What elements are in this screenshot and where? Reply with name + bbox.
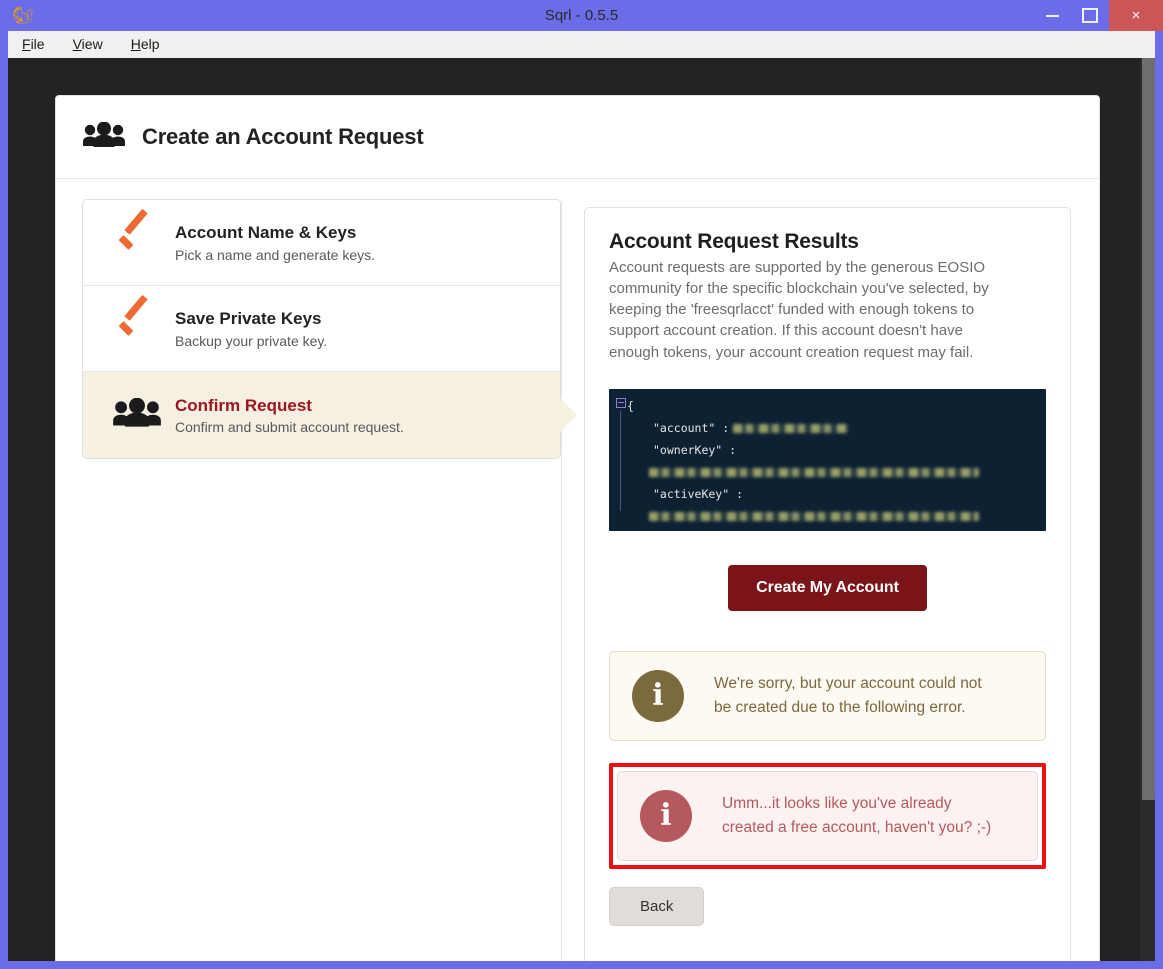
results-title: Account Request Results <box>609 230 859 253</box>
step-account-name-keys[interactable]: Account Name & Keys Pick a name and gene… <box>83 200 560 286</box>
error-highlight-annotation: i Umm...it looks like you've already cre… <box>609 762 1046 869</box>
maximize-icon <box>1082 8 1098 23</box>
back-button[interactable]: Back <box>609 886 705 926</box>
window-controls: × <box>1033 0 1163 31</box>
step-save-private-keys[interactable]: Save Private Keys Backup your private ke… <box>83 286 560 372</box>
step-icon-wrap <box>105 397 169 433</box>
app-window: 🐿 Sqrl - 0.5.5 × File View Help Create a… <box>0 0 1163 969</box>
code-line-active-value <box>627 505 1046 527</box>
code-line-account: "account" : <box>627 417 1046 439</box>
menu-bar: File View Help <box>8 31 1155 59</box>
code-value-active-redacted <box>649 511 979 521</box>
scrollbar-thumb[interactable] <box>1142 58 1155 800</box>
steps-list: Account Name & Keys Pick a name and gene… <box>82 199 577 459</box>
menu-view-rest: iew <box>81 36 103 52</box>
step-confirm-request[interactable]: Confirm Request Confirm and submit accou… <box>83 372 577 458</box>
check-icon <box>117 228 157 258</box>
menu-item-view[interactable]: View <box>59 31 117 58</box>
users-group-icon <box>82 121 126 153</box>
code-lines: { "account" : "ownerKey" : "activeKey" :… <box>609 389 1046 531</box>
create-account-button-wrap: Create My Account <box>609 564 1046 611</box>
info-icon: i <box>640 789 692 842</box>
code-indent-guide <box>620 410 621 511</box>
code-line-open-brace: { <box>627 398 634 413</box>
minimize-button[interactable] <box>1033 0 1071 31</box>
maximize-button[interactable] <box>1071 0 1109 31</box>
vertical-scrollbar[interactable] <box>1140 58 1155 961</box>
step-icon-wrap <box>105 314 169 344</box>
step-description: Pick a name and generate keys. <box>175 246 376 263</box>
main-card: Create an Account Request Account Name &… <box>55 95 1100 961</box>
menu-item-file[interactable]: File <box>8 31 59 58</box>
code-value-account-redacted <box>733 423 849 433</box>
info-icon: i <box>632 669 684 722</box>
menu-file-rest: ile <box>30 36 45 52</box>
code-key-active: "activeKey" : <box>653 486 744 501</box>
alert-already-created-free-account: i Umm...it looks like you've already cre… <box>617 770 1038 861</box>
results-description: Account requests are supported by the ge… <box>609 259 989 361</box>
app-content-area: Create an Account Request Account Name &… <box>8 58 1155 961</box>
menu-help-rest: elp <box>140 36 160 52</box>
minimize-icon <box>1045 14 1059 17</box>
step-title: Account Name & Keys <box>175 223 357 243</box>
results-column: Account Request Results Account requests… <box>561 199 1099 961</box>
code-line-owner-key: "ownerKey" : <box>627 439 1046 461</box>
window-title: Sqrl - 0.5.5 <box>544 7 619 24</box>
account-request-json-preview: { "account" : "ownerKey" : "activeKey" :… <box>609 388 1046 531</box>
alert-message: Umm...it looks like you've already creat… <box>722 794 992 836</box>
card-header: Create an Account Request <box>56 96 1099 179</box>
alert-message: We're sorry, but your account could not … <box>714 674 982 716</box>
step-text: Account Name & Keys Pick a name and gene… <box>169 222 375 262</box>
collapse-minus-icon[interactable] <box>616 397 626 408</box>
step-description: Backup your private key. <box>175 332 328 349</box>
title-bar: 🐿 Sqrl - 0.5.5 × <box>0 0 1163 31</box>
step-description: Confirm and submit account request. <box>175 419 404 436</box>
users-group-icon <box>112 397 162 433</box>
step-icon-wrap <box>105 228 169 258</box>
steps-column: Account Name & Keys Pick a name and gene… <box>56 199 577 961</box>
code-value-owner-redacted <box>649 467 979 477</box>
step-title: Confirm Request <box>175 395 312 415</box>
check-icon <box>117 314 157 344</box>
code-line-owner-value <box>627 461 1046 483</box>
step-text: Save Private Keys Backup your private ke… <box>169 308 327 348</box>
step-title: Save Private Keys <box>175 309 322 329</box>
code-line-active-key: "activeKey" : <box>627 483 1046 505</box>
code-key-account: "account" : <box>653 420 730 435</box>
close-button[interactable]: × <box>1109 0 1163 31</box>
code-key-owner: "ownerKey" : <box>653 442 737 457</box>
alert-account-creation-failed: i We're sorry, but your account could no… <box>609 650 1046 741</box>
code-line-close-brace: } <box>627 527 1046 531</box>
page-title: Create an Account Request <box>142 124 424 149</box>
card-body: Account Name & Keys Pick a name and gene… <box>56 179 1099 961</box>
step-text: Confirm Request Confirm and submit accou… <box>169 395 404 435</box>
results-panel: Account Request Results Account requests… <box>584 207 1071 961</box>
create-my-account-button[interactable]: Create My Account <box>728 564 927 611</box>
back-button-wrap: Back <box>609 886 1046 926</box>
menu-item-help[interactable]: Help <box>117 31 174 58</box>
